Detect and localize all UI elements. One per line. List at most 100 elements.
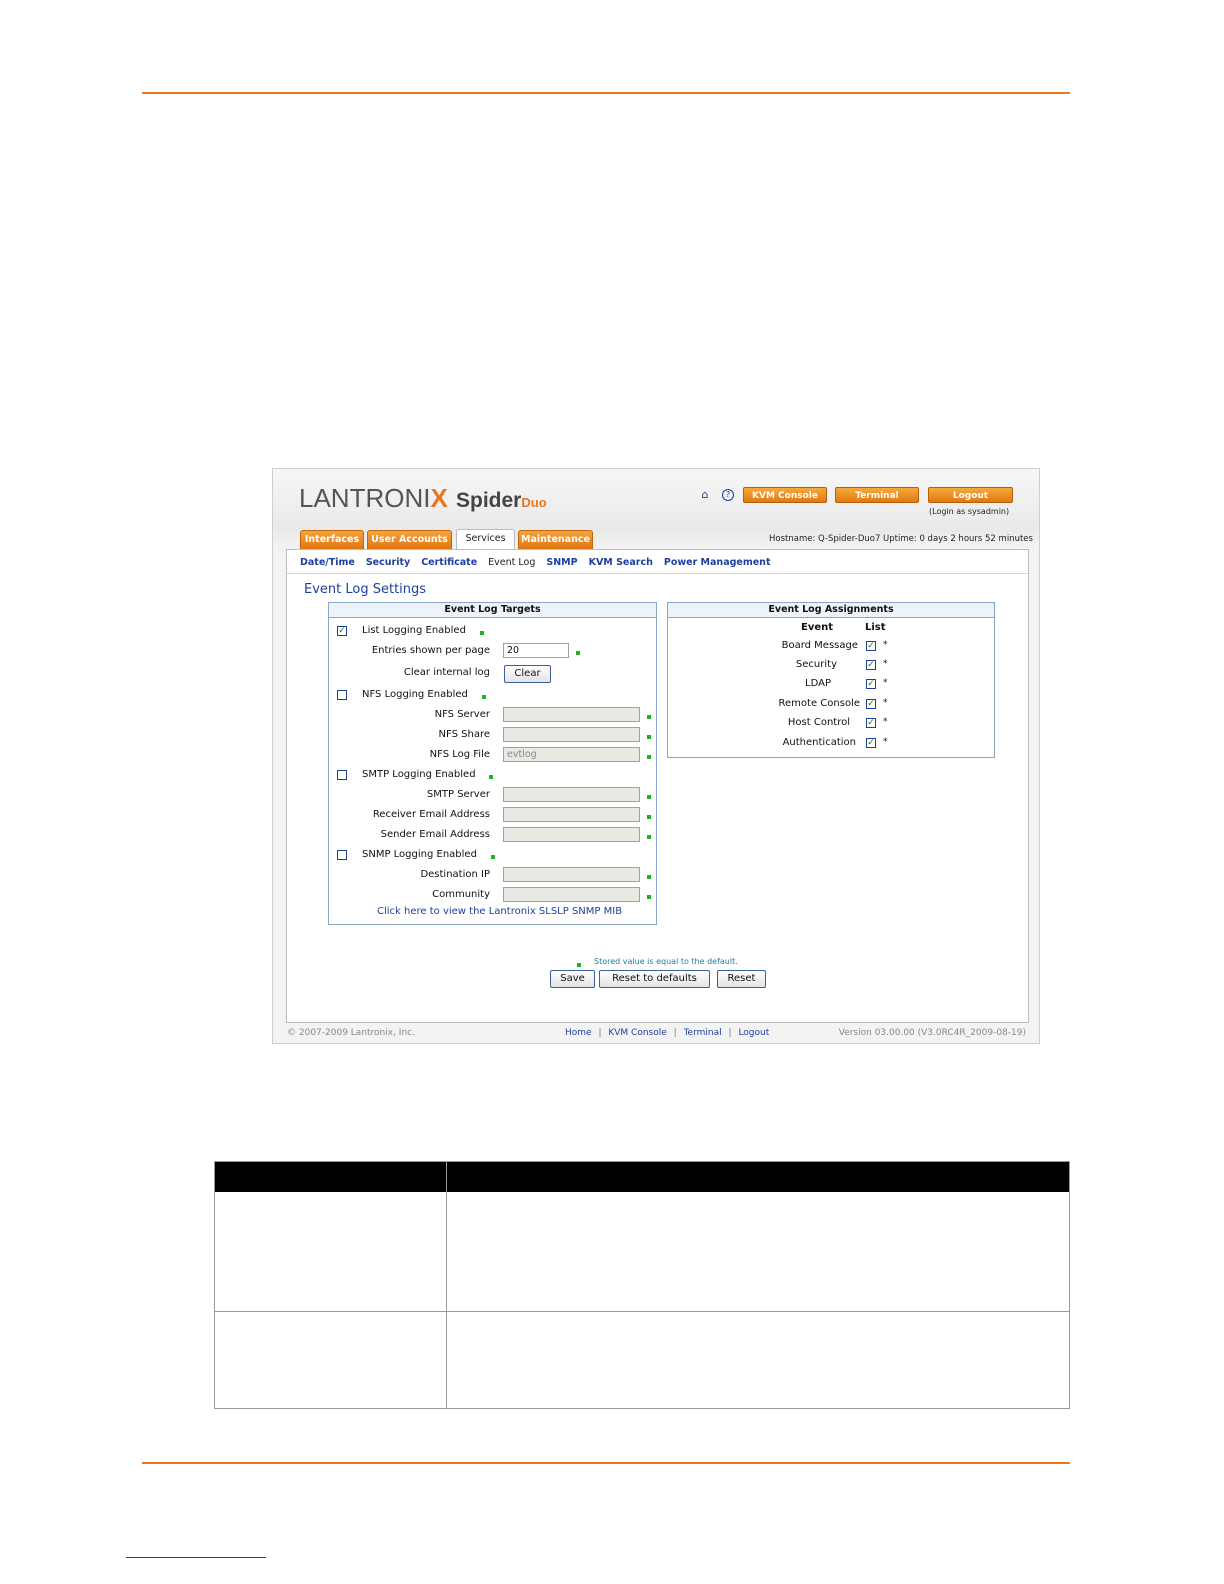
event-remote-console-checkbox[interactable]: ✓ — [866, 699, 876, 709]
kvm-console-button[interactable]: KVM Console — [743, 487, 827, 503]
version-info: Version 03.00.00 (V3.0RC4R_2009-08-19) — [838, 1028, 1026, 1038]
main-panel: Date/Time Security Certificate Event Log SNM… — [286, 549, 1029, 1023]
assignments-header: Event Log Assignments — [668, 603, 994, 618]
hostname-uptime: Hostname: Q-Spider-Duo7 Uptime: 0 days 2… — [769, 534, 1033, 544]
subnav-certificate[interactable]: Certificate — [421, 557, 477, 568]
default-marker — [647, 735, 651, 739]
subnav-date-time[interactable]: Date/Time — [300, 557, 355, 568]
receiver-email-label: Receiver Email Address — [372, 809, 490, 820]
footer-logout-link[interactable]: Logout — [738, 1028, 769, 1038]
smtp-server-input[interactable] — [503, 787, 640, 802]
parameter-table — [214, 1161, 1070, 1409]
event-label: Board Message — [781, 640, 858, 651]
nfs-logging-checkbox[interactable] — [337, 690, 347, 700]
subnav-kvm-search[interactable]: KVM Search — [589, 557, 653, 568]
help-icon[interactable]: ? — [722, 489, 734, 501]
default-marker — [647, 895, 651, 899]
default-marker — [647, 715, 651, 719]
footer-home-link[interactable]: Home — [565, 1028, 592, 1038]
event-label: Security — [795, 659, 837, 670]
legend-marker — [577, 963, 581, 967]
entries-per-page-label: Entries shown per page — [371, 645, 490, 656]
nfs-share-label: NFS Share — [438, 729, 490, 740]
event-log-assignments-box: Event Log Assignments Event List Board M… — [667, 602, 995, 758]
default-marker — [647, 755, 651, 759]
top-rule — [142, 92, 1070, 94]
list-column-header: List — [865, 622, 886, 633]
smtp-server-label: SMTP Server — [426, 789, 490, 800]
event-label: LDAP — [805, 678, 831, 689]
default-legend: Stored value is equal to the default. — [594, 957, 738, 966]
clear-log-label: Clear internal log — [403, 667, 490, 678]
table-header-row — [215, 1162, 1069, 1192]
community-input[interactable] — [503, 887, 640, 902]
event-ldap-checkbox[interactable]: ✓ — [866, 679, 876, 689]
default-star: * — [883, 717, 888, 727]
list-logging-checkbox[interactable]: ✓ — [337, 626, 347, 636]
default-marker — [647, 835, 651, 839]
subnav-security[interactable]: Security — [366, 557, 410, 568]
footer-links: Home | KVM Console | Terminal | Logout — [565, 1028, 769, 1038]
destination-ip-label: Destination IP — [420, 869, 490, 880]
smtp-logging-checkbox[interactable] — [337, 770, 347, 780]
default-marker — [576, 651, 580, 655]
default-marker — [480, 631, 484, 635]
nfs-server-input[interactable] — [503, 707, 640, 722]
default-star: * — [883, 678, 888, 688]
sub-navigation: Date/Time Security Certificate Event Log SNM… — [300, 557, 782, 568]
default-marker — [482, 695, 486, 699]
tab-services[interactable]: Services — [456, 529, 515, 550]
clear-log-button[interactable]: Clear — [504, 665, 551, 683]
event-board-message-checkbox[interactable]: ✓ — [866, 641, 876, 651]
reset-button[interactable]: Reset — [717, 970, 766, 988]
event-authentication-checkbox[interactable]: ✓ — [866, 738, 876, 748]
event-label: Host Control — [787, 717, 850, 728]
default-star: * — [883, 698, 888, 708]
snmp-mib-link[interactable]: Click here to view the Lantronix SLSLP S… — [377, 906, 622, 917]
event-column-header: Event — [801, 622, 834, 633]
snmp-logging-checkbox[interactable] — [337, 850, 347, 860]
nfs-log-file-label: NFS Log File — [429, 749, 490, 760]
login-status: (Login as sysadmin) — [929, 507, 1010, 516]
default-marker — [647, 795, 651, 799]
tab-interfaces[interactable]: Interfaces — [300, 530, 364, 549]
footer-separator: | — [673, 1028, 677, 1038]
event-label: Remote Console — [778, 698, 860, 709]
event-security-checkbox[interactable]: ✓ — [866, 660, 876, 670]
default-marker — [647, 875, 651, 879]
footer-kvm-console-link[interactable]: KVM Console — [608, 1028, 666, 1038]
subnav-event-log[interactable]: Event Log — [488, 557, 535, 568]
sender-email-input[interactable] — [503, 827, 640, 842]
event-log-targets-box: Event Log Targets ✓ List Logging Enabled… — [328, 602, 657, 925]
spider-duo-logo: SpiderDuo — [456, 489, 547, 512]
entries-per-page-input[interactable]: 20 — [503, 643, 569, 658]
event-label: Authentication — [782, 737, 856, 748]
tab-user-accounts[interactable]: User Accounts — [367, 530, 452, 549]
copyright: © 2007-2009 Lantronix, Inc. — [287, 1028, 415, 1038]
footer-separator: | — [728, 1028, 732, 1038]
community-label: Community — [432, 889, 490, 900]
subnav-snmp[interactable]: SNMP — [546, 557, 577, 568]
logout-button[interactable]: Logout — [928, 487, 1013, 503]
event-host-control-checkbox[interactable]: ✓ — [866, 718, 876, 728]
save-button[interactable]: Save — [550, 970, 595, 988]
nfs-share-input[interactable] — [503, 727, 640, 742]
targets-header: Event Log Targets — [329, 603, 656, 618]
destination-ip-input[interactable] — [503, 867, 640, 882]
lantronix-logo: LANTRONIX — [299, 483, 448, 513]
subnav-power-management[interactable]: Power Management — [664, 557, 771, 568]
default-marker — [489, 775, 493, 779]
subnav-divider — [287, 573, 1028, 574]
reset-to-defaults-button[interactable]: Reset to defaults — [599, 970, 710, 988]
default-star: * — [883, 737, 888, 747]
footer-terminal-link[interactable]: Terminal — [684, 1028, 722, 1038]
receiver-email-input[interactable] — [503, 807, 640, 822]
table-column-divider — [446, 1162, 447, 1408]
sender-email-label: Sender Email Address — [380, 829, 490, 840]
default-star: * — [883, 659, 888, 669]
nfs-log-file-input[interactable]: evtlog — [503, 747, 640, 762]
footnote-rule — [126, 1557, 266, 1558]
terminal-button[interactable]: Terminal — [835, 487, 919, 503]
tab-maintenance[interactable]: Maintenance — [518, 530, 593, 549]
home-icon[interactable]: ⌂ — [699, 489, 711, 501]
